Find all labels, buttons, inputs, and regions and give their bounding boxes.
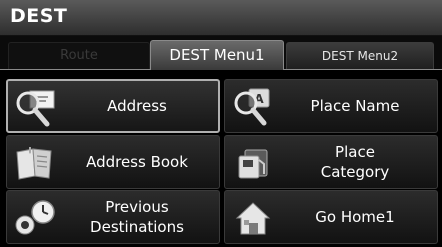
place-category-button[interactable]: Place Category: [224, 135, 438, 189]
place-category-line2: Category: [320, 163, 390, 181]
magnifier-letters-icon: A: [231, 86, 275, 128]
gas-pump-icon: [231, 142, 275, 184]
go-home-label: Go Home1: [315, 208, 395, 226]
magnifier-envelope-icon: [14, 87, 58, 129]
address-book-button[interactable]: Address Book: [6, 135, 220, 189]
address-button[interactable]: Address: [6, 79, 220, 133]
home-icon: [231, 197, 275, 239]
place-category-label: Place Category: [277, 136, 433, 188]
previous-destinations-label: Previous Destinations: [59, 191, 215, 243]
place-name-label: Place Name: [310, 97, 400, 115]
tab-dest-menu1[interactable]: DEST Menu1: [150, 40, 284, 70]
title-bar: DEST: [0, 0, 442, 36]
place-name-button[interactable]: A Place Name: [224, 79, 438, 133]
address-book-label: Address Book: [86, 153, 188, 171]
open-book-icon: [13, 142, 57, 184]
go-home-button[interactable]: Go Home1: [224, 190, 438, 244]
previous-destinations-button[interactable]: Previous Destinations: [6, 190, 220, 244]
menu-grid: Address A Place Name Address Book Place …: [0, 69, 442, 247]
tab-route[interactable]: Route: [8, 42, 150, 69]
previous-destinations-line1: Previous: [105, 198, 169, 216]
navigation-screen: DEST Route DEST Menu1 DEST Menu2 Address: [0, 0, 442, 247]
tab-dest-menu2[interactable]: DEST Menu2: [286, 42, 434, 69]
previous-destinations-line2: Destinations: [90, 218, 184, 236]
tab-bar: Route DEST Menu1 DEST Menu2: [0, 36, 442, 70]
clock-history-icon: [13, 197, 57, 239]
page-title: DEST: [10, 5, 68, 27]
place-category-line1: Place: [335, 143, 375, 161]
address-label: Address: [107, 97, 167, 115]
